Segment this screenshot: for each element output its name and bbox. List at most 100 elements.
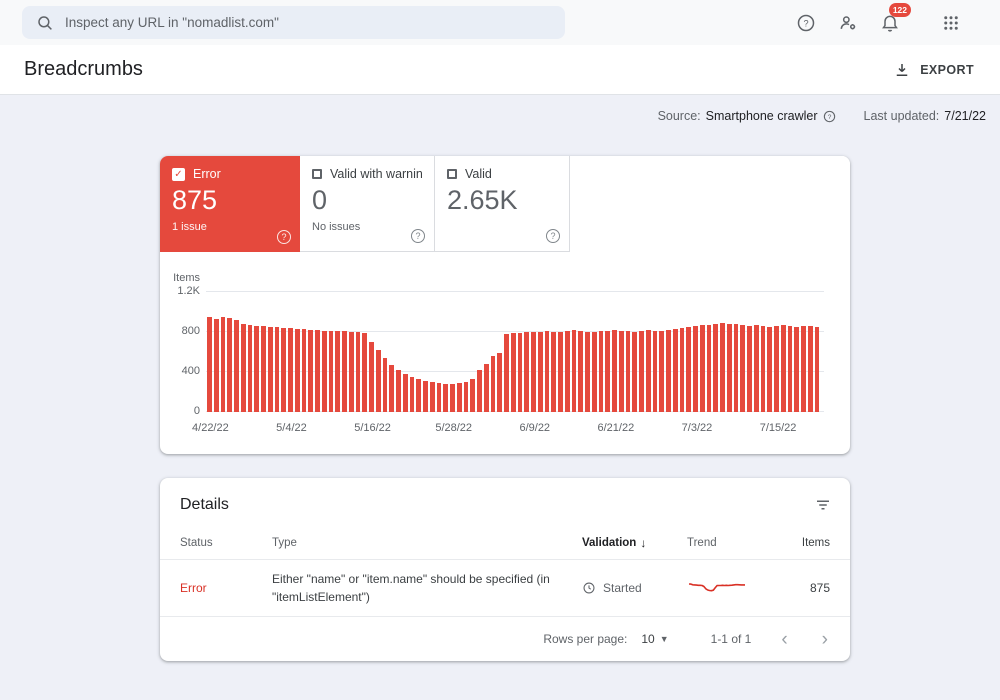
chart-bar[interactable] bbox=[713, 324, 719, 412]
chart-bar[interactable] bbox=[470, 379, 476, 412]
url-inspect-search[interactable]: Inspect any URL in "nomadlist.com" bbox=[22, 6, 565, 39]
column-validation-sort[interactable]: Validation ↓ bbox=[582, 536, 687, 550]
chart-bar[interactable] bbox=[348, 331, 354, 412]
chart-bar[interactable] bbox=[753, 325, 759, 412]
chart-bar[interactable] bbox=[672, 329, 678, 412]
chart-bar[interactable] bbox=[699, 325, 705, 412]
chart-bar[interactable] bbox=[659, 331, 665, 412]
chart-bar[interactable] bbox=[794, 326, 800, 412]
chart-bar[interactable] bbox=[780, 325, 786, 412]
chart-bar[interactable] bbox=[207, 317, 212, 412]
chart-bar[interactable] bbox=[605, 330, 611, 412]
chart-bar[interactable] bbox=[679, 328, 685, 412]
table-row[interactable]: Error Either "name" or "item.name" shoul… bbox=[160, 560, 850, 617]
chart-bar[interactable] bbox=[612, 330, 617, 412]
chart-bar[interactable] bbox=[564, 331, 570, 412]
chart-bar[interactable] bbox=[396, 370, 401, 412]
chart-bar[interactable] bbox=[639, 330, 644, 412]
chart-bar[interactable] bbox=[686, 327, 692, 412]
chart-bar[interactable] bbox=[801, 326, 806, 412]
chart-bar[interactable] bbox=[807, 325, 813, 412]
chart-bar[interactable] bbox=[281, 327, 287, 412]
chart-bar[interactable] bbox=[389, 365, 395, 412]
chart-bar[interactable] bbox=[551, 331, 557, 412]
user-settings-button[interactable] bbox=[836, 11, 860, 35]
chart-bar[interactable] bbox=[450, 384, 455, 412]
chart-bar[interactable] bbox=[733, 324, 739, 412]
chart-bar[interactable] bbox=[571, 330, 577, 412]
chart-bar[interactable] bbox=[382, 358, 388, 412]
help-button[interactable]: ? bbox=[794, 11, 818, 35]
chart-bar[interactable] bbox=[510, 333, 516, 412]
chart-bar[interactable] bbox=[443, 383, 449, 412]
chart-bar[interactable] bbox=[456, 383, 462, 412]
chart-bar[interactable] bbox=[267, 326, 273, 412]
chart-bar[interactable] bbox=[618, 330, 624, 412]
chart-bar[interactable] bbox=[234, 320, 239, 412]
chart-bar[interactable] bbox=[652, 330, 658, 412]
chart-bar[interactable] bbox=[558, 332, 563, 412]
next-page-button[interactable]: › bbox=[818, 628, 832, 651]
chart-bar[interactable] bbox=[220, 316, 226, 412]
chart-bar[interactable] bbox=[477, 370, 482, 412]
tile-valid[interactable]: Valid 2.65K ? bbox=[435, 156, 570, 252]
chart-bar[interactable] bbox=[315, 330, 320, 412]
tile-error[interactable]: ✓ Error 875 1 issue ? bbox=[160, 156, 300, 252]
chart-bar[interactable] bbox=[362, 333, 368, 412]
chart-bar[interactable] bbox=[517, 332, 523, 412]
chart-bar[interactable] bbox=[261, 326, 266, 412]
chart-bar[interactable] bbox=[294, 328, 300, 412]
chart-bar[interactable] bbox=[247, 325, 253, 412]
chart-bar[interactable] bbox=[227, 318, 233, 412]
chart-bar[interactable] bbox=[369, 342, 374, 412]
chart-bar[interactable] bbox=[578, 330, 584, 412]
chart-bar[interactable] bbox=[720, 323, 725, 412]
chart-bar[interactable] bbox=[531, 331, 536, 412]
help-icon[interactable]: ? bbox=[546, 229, 560, 243]
chart-bar[interactable] bbox=[308, 329, 314, 412]
chart-bar[interactable] bbox=[774, 326, 779, 412]
chart-bar[interactable] bbox=[375, 350, 381, 412]
tile-valid-with-warnings[interactable]: Valid with warnin… 0 No issues ? bbox=[300, 156, 435, 252]
chart-bar[interactable] bbox=[416, 379, 422, 412]
chart-bar[interactable] bbox=[645, 330, 651, 412]
chart-bar[interactable] bbox=[693, 326, 698, 412]
help-icon[interactable]: ? bbox=[277, 230, 291, 244]
chart-bar[interactable] bbox=[632, 331, 638, 412]
notifications-button[interactable]: 122 bbox=[878, 2, 911, 35]
help-icon[interactable]: ? bbox=[823, 110, 836, 123]
chart-bar[interactable] bbox=[423, 381, 428, 412]
chart-bar[interactable] bbox=[483, 364, 489, 412]
chart-bar[interactable] bbox=[342, 331, 347, 412]
checkbox-checked-icon[interactable]: ✓ bbox=[172, 167, 185, 181]
chart-bar[interactable] bbox=[288, 328, 293, 412]
checkbox-unchecked-icon[interactable] bbox=[447, 169, 457, 179]
chart-bar[interactable] bbox=[321, 330, 327, 412]
chart-bar[interactable] bbox=[767, 326, 773, 412]
chart-bar[interactable] bbox=[544, 331, 550, 412]
chart-bar[interactable] bbox=[274, 327, 280, 412]
chart-bar[interactable] bbox=[504, 334, 509, 412]
chart-bar[interactable] bbox=[490, 356, 496, 412]
chart-bar[interactable] bbox=[760, 325, 766, 412]
export-button[interactable]: EXPORT bbox=[883, 53, 984, 87]
chart-bar[interactable] bbox=[591, 332, 597, 412]
prev-page-button[interactable]: ‹ bbox=[777, 628, 791, 651]
chart-bar[interactable] bbox=[814, 326, 820, 412]
chart-bar[interactable] bbox=[213, 318, 219, 412]
chart-bar[interactable] bbox=[625, 331, 631, 412]
chart-bar[interactable] bbox=[254, 325, 260, 412]
chart-bar[interactable] bbox=[787, 325, 793, 412]
chart-bar[interactable] bbox=[301, 329, 307, 412]
chart-bar[interactable] bbox=[726, 323, 732, 412]
apps-grid-button[interactable] bbox=[940, 12, 962, 34]
chart-bar[interactable] bbox=[355, 332, 361, 412]
chart-bar[interactable] bbox=[402, 374, 408, 412]
chart-bar[interactable] bbox=[409, 377, 415, 412]
rows-per-page-select[interactable]: 10 ▼ bbox=[641, 632, 668, 646]
chart-bar[interactable] bbox=[429, 382, 435, 412]
chart-bar[interactable] bbox=[524, 332, 530, 412]
chart-bar[interactable] bbox=[463, 382, 469, 412]
chart-bar[interactable] bbox=[666, 330, 671, 412]
chart-bar[interactable] bbox=[240, 324, 246, 412]
